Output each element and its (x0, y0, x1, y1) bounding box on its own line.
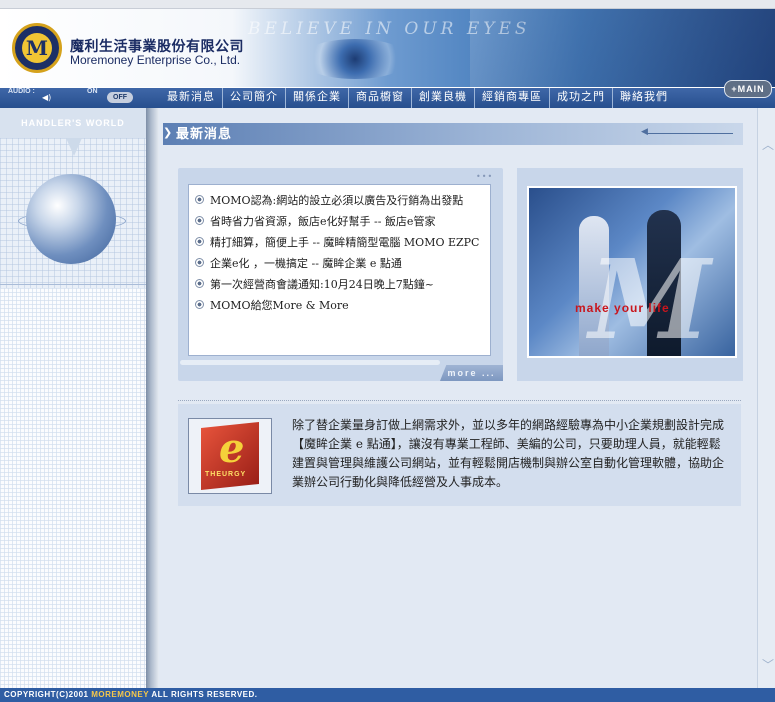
scroll-down-icon[interactable]: ﹀ (762, 656, 774, 673)
nav-item-success[interactable]: 成功之門 (550, 88, 613, 108)
company-name-en: Moremoney Enterprise Co., Ltd. (70, 53, 241, 67)
news-panel: ••• MOMO認為:網站的設立必須以廣告及行銷為出發點 省時省力省資源，飯店e… (178, 168, 503, 381)
nav-item-about[interactable]: 公司簡介 (223, 88, 286, 108)
product-info: e THEURGY 除了替企業量身訂做上網需求外，並以多年的網路經驗專為中小企業… (178, 404, 741, 506)
nav-item-latest-news[interactable]: 最新消息 (160, 88, 223, 108)
eye-graphic (300, 39, 410, 79)
scroll-up-icon[interactable]: ︿ (762, 136, 774, 153)
photo-slogan: make your life (575, 301, 670, 315)
handshake-photo: M make your life (527, 186, 737, 358)
box-label: THEURGY (205, 471, 247, 478)
audio-label: AUDIO : (8, 88, 35, 95)
copyright-suffix: ALL RIGHTS RESERVED. (151, 690, 258, 699)
sidebar-pointer (66, 138, 82, 156)
panel-dots: ••• (476, 172, 494, 181)
news-item[interactable]: 精打細算，簡便上手 -- 魔眸精簡型電腦 MOMO EZPC (195, 231, 490, 252)
nav-item-contact[interactable]: 聯絡我們 (613, 88, 675, 108)
company-logo[interactable]: M (12, 23, 62, 73)
news-list: MOMO認為:網站的設立必須以廣告及行銷為出發點 省時省力省資源，飯店e化好幫手… (188, 184, 491, 356)
footer: COPYRIGHT(C)2001 MOREMONEY ALL RIGHTS RE… (0, 688, 775, 702)
globe-icon (26, 174, 116, 264)
top-strip (0, 0, 775, 9)
news-item-text[interactable]: MOMO給您More & More (210, 297, 349, 313)
header-photo (470, 9, 775, 87)
nav-item-business-opportunity[interactable]: 創業良機 (412, 88, 475, 108)
audio-off-button[interactable]: OFF (107, 92, 133, 103)
scrollbar[interactable]: ︿ ﹀ (757, 108, 775, 688)
product-box-image[interactable]: e THEURGY (188, 418, 272, 494)
nav-item-affiliates[interactable]: 關係企業 (286, 88, 349, 108)
news-item[interactable]: 省時省力省資源，飯店e化好幫手 -- 飯店e管家 (195, 210, 490, 231)
sidebar-divider (0, 284, 146, 285)
panel-track (180, 360, 440, 365)
bullet-icon (195, 216, 204, 225)
news-item-text[interactable]: 精打細算，簡便上手 -- 魔眸精簡型電腦 MOMO EZPC (210, 234, 479, 250)
box-letter: e (219, 425, 245, 472)
more-button[interactable]: more ... (440, 365, 503, 381)
sidebar-title: HANDLER'S WORLD (0, 108, 146, 138)
logo-letter: M (22, 33, 52, 63)
bullet-icon (195, 300, 204, 309)
news-item[interactable]: MOMO認為:網站的設立必須以廣告及行銷為出發點 (195, 189, 490, 210)
main-button[interactable]: +MAIN (724, 80, 772, 98)
photo-logo-mark: M (589, 235, 711, 358)
main-menu: 最新消息 公司簡介 關係企業 商品櫥窗 創業良機 經銷商專區 成功之門 聯絡我們 (160, 88, 675, 108)
photo-panel: M make your life (517, 168, 743, 381)
news-item[interactable]: 第一次經營商會議通知:10月24日晚上7點鐘~ (195, 273, 490, 294)
nav-item-dealers[interactable]: 經銷商專區 (475, 88, 550, 108)
left-sidebar: HANDLER'S WORLD (0, 108, 146, 688)
section-arrow-icon: ❯ (163, 126, 173, 139)
bullet-icon (195, 237, 204, 246)
header-decoration (647, 133, 733, 134)
section-header: ❯ 最新消息 ◀ (163, 123, 743, 145)
news-item[interactable]: 企業e化 ，一機搞定 -- 魔眸企業 e 點通 (195, 252, 490, 273)
sidebar-pattern (0, 288, 146, 688)
nav-bar: AUDIO : ◀) ON OFF 最新消息 公司簡介 關係企業 商品櫥窗 創業… (0, 88, 775, 108)
speaker-icon[interactable]: ◀) (42, 94, 52, 102)
bullet-icon (195, 279, 204, 288)
column-divider (146, 108, 159, 688)
audio-on-button[interactable]: ON (87, 88, 98, 95)
dotted-separator (178, 400, 741, 401)
news-item-text[interactable]: MOMO認為:網站的設立必須以廣告及行銷為出發點 (210, 192, 463, 208)
bullet-icon (195, 195, 204, 204)
news-item-text[interactable]: 第一次經營商會議通知:10月24日晚上7點鐘~ (210, 276, 434, 292)
site-header: BELIEVE IN OUR EYES M 魔利生活事業股份有限公司 Morem… (0, 9, 775, 87)
footer-brand: MOREMONEY (91, 690, 149, 699)
product-description: 除了替企業量身訂做上網需求外，並以多年的網路經驗專為中小企業規劃設計完成【魔眸企… (292, 418, 725, 489)
news-item-text[interactable]: 省時省力省資源，飯店e化好幫手 -- 飯店e管家 (210, 213, 435, 229)
bullet-icon (195, 258, 204, 267)
news-item-text[interactable]: 企業e化 ，一機搞定 -- 魔眸企業 e 點通 (210, 255, 402, 271)
section-title: 最新消息 (176, 127, 233, 142)
news-item[interactable]: MOMO給您More & More (195, 294, 490, 315)
arrow-left-icon: ◀ (641, 127, 648, 137)
copyright-prefix: COPYRIGHT(C)2001 (4, 690, 89, 699)
nav-item-products[interactable]: 商品櫥窗 (349, 88, 412, 108)
